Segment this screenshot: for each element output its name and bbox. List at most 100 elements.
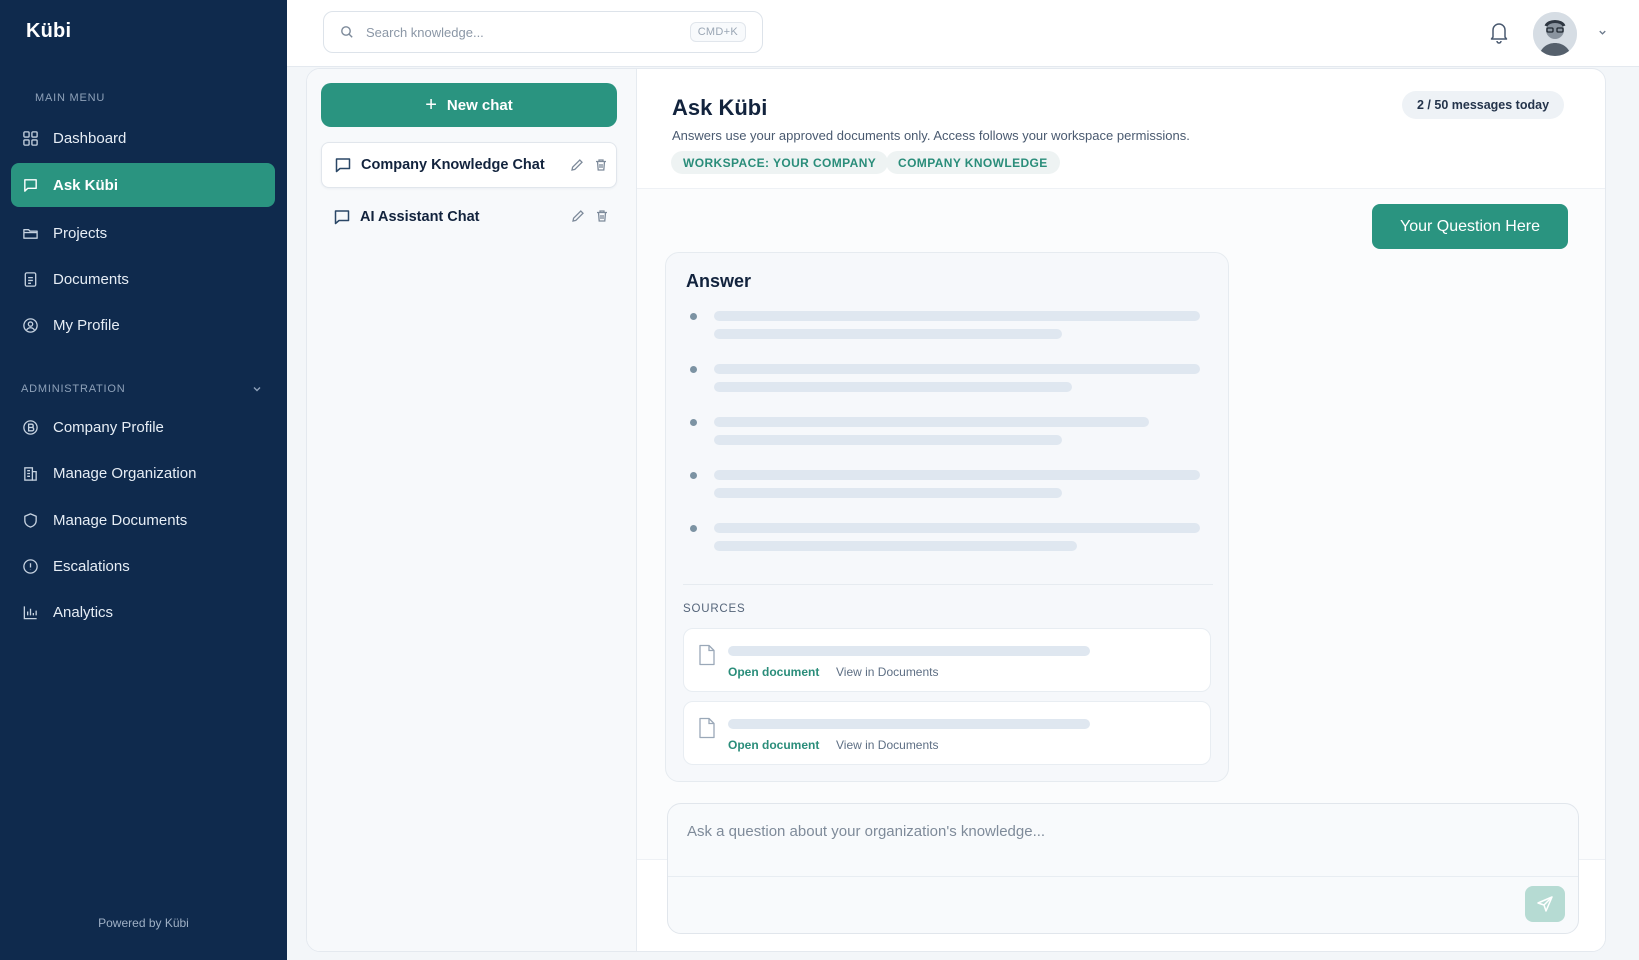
sidebar-item-my-profile[interactable]: My Profile	[11, 303, 275, 347]
avatar[interactable]	[1533, 12, 1577, 56]
skeleton-line	[714, 382, 1072, 392]
search-shortcut: CMD+K	[689, 22, 746, 42]
skeleton-line	[714, 329, 1062, 339]
answer-divider	[683, 584, 1213, 585]
sidebar-item-company-profile[interactable]: Company Profile	[11, 405, 275, 449]
sidebar: Kübi MAIN MENU Dashboard Ask Kübi Projec…	[0, 0, 287, 960]
new-chat-label: New chat	[446, 96, 513, 114]
message-quota-badge: 2 / 50 messages today	[1402, 91, 1565, 119]
profile-icon	[23, 317, 38, 333]
sidebar-item-label: Dashboard	[53, 129, 127, 147]
user-avatar-icon	[1533, 12, 1577, 56]
conversation-header: Ask Kübi Answers use your approved docum…	[637, 69, 1605, 189]
new-chat-button[interactable]: + New chat	[321, 83, 617, 127]
skeleton-line	[714, 435, 1062, 445]
brand-logo[interactable]: Kübi	[26, 20, 71, 43]
answer-bullet	[690, 419, 697, 426]
sidebar-item-label: Manage Organization	[53, 464, 197, 482]
view-in-documents-link[interactable]: View in Documents	[836, 738, 939, 752]
send-button[interactable]	[1525, 886, 1565, 922]
open-document-link[interactable]: Open document	[728, 738, 819, 752]
skeleton-line	[714, 523, 1200, 533]
shield-icon	[24, 512, 37, 528]
chat-item-ai-assistant[interactable]: AI Assistant Chat	[321, 194, 617, 240]
skeleton-line	[728, 719, 1090, 729]
answer-card: Answer SOURCES Open document View in Doc…	[665, 252, 1229, 782]
edit-icon[interactable]	[570, 158, 584, 172]
chevron-down-icon[interactable]	[1597, 27, 1608, 38]
knowledge-tag: COMPANY KNOWLEDGE	[886, 151, 1060, 174]
skeleton-line	[714, 470, 1200, 480]
sidebar-item-manage-documents[interactable]: Manage Documents	[11, 498, 275, 542]
chevron-down-icon[interactable]	[251, 383, 263, 395]
sidebar-item-label: Documents	[53, 270, 129, 288]
sidebar-item-escalations[interactable]: Escalations	[11, 544, 275, 588]
sidebar-item-label: Escalations	[53, 557, 130, 575]
view-in-documents-link[interactable]: View in Documents	[836, 665, 939, 679]
search-input[interactable]	[366, 24, 676, 40]
sidebar-item-dashboard[interactable]: Dashboard	[11, 116, 275, 160]
send-icon	[1537, 896, 1553, 912]
chat-item-company-knowledge[interactable]: Company Knowledge Chat	[321, 142, 617, 188]
chat-icon	[24, 178, 37, 192]
sidebar-item-label: Ask Kübi	[53, 176, 119, 194]
answer-bullet	[690, 472, 697, 479]
skeleton-line	[728, 646, 1090, 656]
folder-icon	[23, 228, 38, 239]
sidebar-item-manage-organization[interactable]: Manage Organization	[11, 451, 275, 495]
open-document-link[interactable]: Open document	[728, 665, 819, 679]
chat-title: AI Assistant Chat	[360, 209, 480, 225]
sources-label: SOURCES	[683, 603, 746, 615]
sidebar-item-label: Projects	[53, 224, 108, 242]
bell-icon[interactable]	[1488, 20, 1510, 44]
sidebar-item-label: My Profile	[53, 316, 120, 334]
composer-divider	[668, 876, 1578, 877]
source-item: Open document View in Documents	[683, 628, 1211, 692]
question-input[interactable]	[687, 820, 1547, 842]
answer-bullet	[690, 525, 697, 532]
composer-box[interactable]	[667, 803, 1579, 934]
company-icon	[23, 419, 38, 435]
plus-icon: +	[425, 94, 437, 116]
message-icon	[334, 210, 350, 225]
edit-icon[interactable]	[571, 209, 585, 223]
search-icon	[341, 26, 353, 38]
sidebar-item-label: Manage Documents	[53, 511, 188, 529]
trash-icon[interactable]	[595, 209, 609, 223]
alert-icon	[23, 558, 38, 574]
document-icon	[24, 271, 37, 287]
sidebar-item-ask-kubi[interactable]: Ask Kübi	[11, 163, 275, 207]
message-icon	[335, 158, 351, 173]
answer-title: Answer	[686, 271, 752, 291]
conversation-body: Your Question Here Answer SOURCES Open d…	[637, 189, 1605, 859]
building-icon	[24, 466, 37, 481]
answer-bullet	[690, 366, 697, 373]
skeleton-line	[714, 488, 1062, 498]
sidebar-item-projects[interactable]: Projects	[11, 211, 275, 255]
page-subtitle: Answers use your approved documents only…	[672, 128, 1190, 143]
skeleton-line	[714, 311, 1200, 321]
dashboard-icon	[23, 130, 38, 146]
powered-by: Powered by Kübi	[98, 916, 189, 930]
user-question-bubble: Your Question Here	[1372, 204, 1568, 249]
administration-label[interactable]: ADMINISTRATION	[21, 383, 126, 395]
chat-list-panel: + New chat Company Knowledge Chat AI Ass…	[307, 69, 637, 951]
chat-title: Company Knowledge Chat	[361, 157, 545, 173]
skeleton-line	[714, 364, 1200, 374]
sidebar-item-documents[interactable]: Documents	[11, 257, 275, 301]
trash-icon[interactable]	[594, 158, 608, 172]
skeleton-line	[714, 541, 1077, 551]
document-icon	[699, 717, 715, 739]
main-menu-label: MAIN MENU	[35, 92, 106, 104]
workspace-tag: WORKSPACE: YOUR COMPANY	[671, 151, 889, 174]
document-icon	[699, 644, 715, 666]
skeleton-line	[714, 417, 1149, 427]
analytics-icon	[23, 605, 37, 619]
top-bar: CMD+K	[287, 0, 1639, 67]
source-item: Open document View in Documents	[683, 701, 1211, 765]
search-box[interactable]: CMD+K	[323, 11, 763, 53]
sidebar-item-label: Analytics	[53, 603, 114, 621]
answer-bullet	[690, 313, 697, 320]
page-title: Ask Kübi	[672, 95, 768, 120]
sidebar-item-analytics[interactable]: Analytics	[11, 590, 275, 634]
